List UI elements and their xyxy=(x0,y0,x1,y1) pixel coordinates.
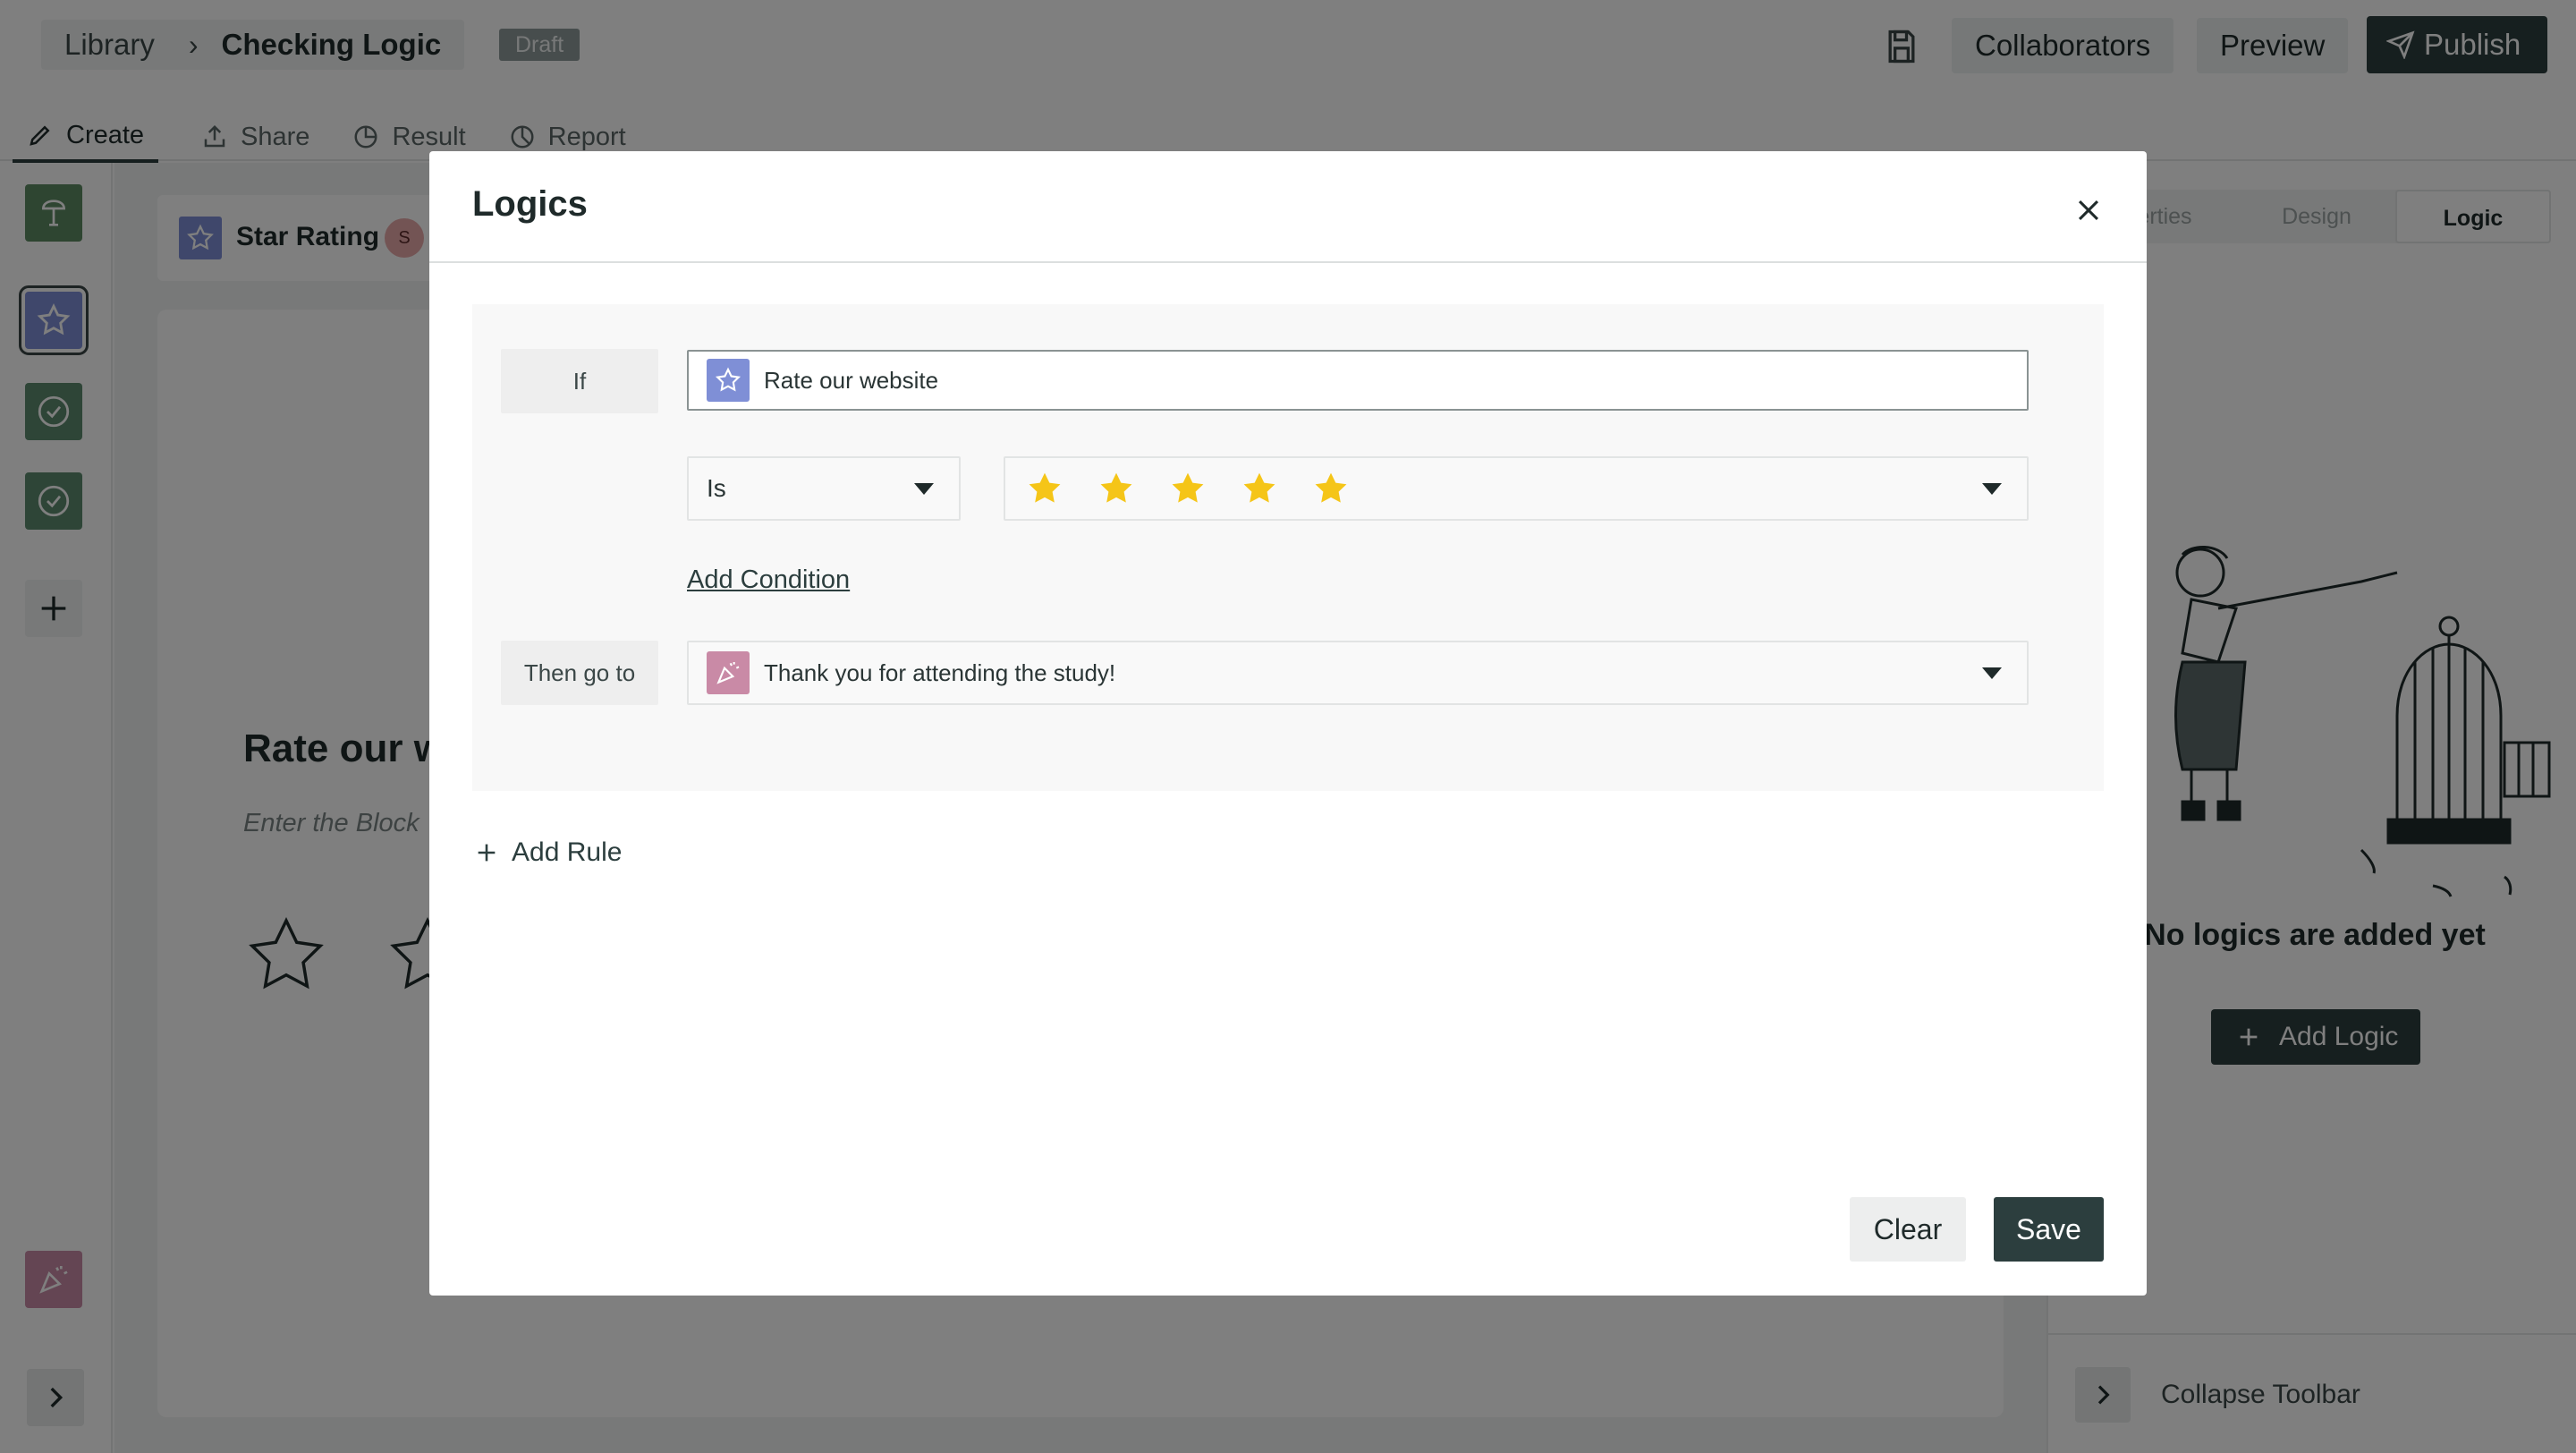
if-question-field[interactable]: Rate our website xyxy=(687,350,2029,411)
add-condition-link[interactable]: Add Condition xyxy=(687,565,850,595)
chevron-down-icon xyxy=(1982,667,2002,679)
then-go-to-label: Then go to xyxy=(501,641,658,705)
filled-star-icon xyxy=(1100,472,1132,503)
filled-star-icon xyxy=(1172,472,1204,503)
modal-divider xyxy=(429,261,2147,263)
if-label: If xyxy=(501,349,658,413)
plus-icon xyxy=(478,844,496,862)
clear-button[interactable]: Clear xyxy=(1850,1197,1966,1262)
operator-value: Is xyxy=(707,474,726,502)
chevron-down-icon xyxy=(1982,483,2002,495)
rating-stars xyxy=(1025,469,1351,508)
modal-title: Logics xyxy=(472,184,588,224)
star-icon xyxy=(707,359,750,402)
filled-star-icon xyxy=(1029,472,1061,503)
if-question-text: Rate our website xyxy=(764,366,939,394)
then-target-text: Thank you for attending the study! xyxy=(764,659,1116,686)
save-button[interactable]: Save xyxy=(1994,1197,2104,1262)
chevron-down-icon xyxy=(914,483,934,495)
filled-star-icon xyxy=(1243,472,1275,503)
filled-star-icon xyxy=(1315,472,1347,503)
add-rule-button[interactable]: Add Rule xyxy=(474,837,622,868)
party-popper-icon xyxy=(707,651,750,694)
operator-select[interactable]: Is xyxy=(687,456,961,521)
then-target-select[interactable]: Thank you for attending the study! xyxy=(687,641,2029,705)
close-icon[interactable] xyxy=(2066,188,2111,233)
add-rule-label: Add Rule xyxy=(512,837,623,867)
rating-value-select[interactable] xyxy=(1004,456,2029,521)
